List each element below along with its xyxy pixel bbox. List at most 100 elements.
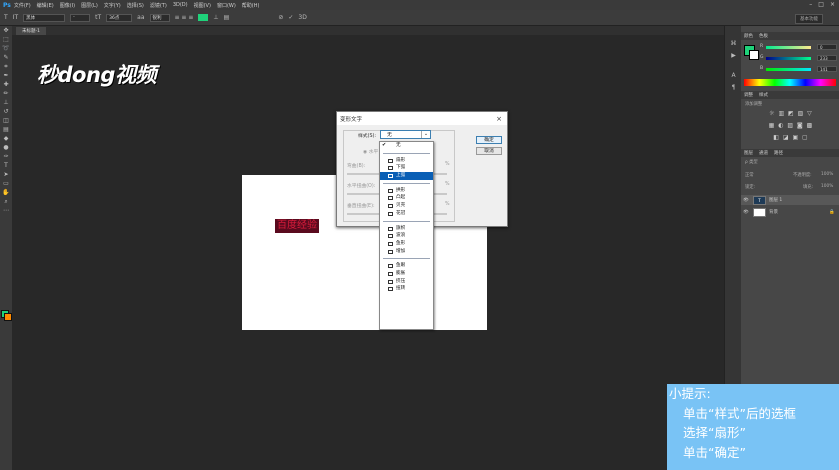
font-family-select[interactable]: 黑体	[23, 13, 66, 22]
anti-alias-select[interactable]: 锐利	[149, 13, 170, 22]
layer-row-text[interactable]: 👁 T 图层 1	[741, 195, 839, 205]
style-option-rise[interactable]: 增加	[380, 248, 433, 256]
tab-adjustments[interactable]: 调整	[744, 92, 753, 98]
document-tab[interactable]: 未标题-1	[16, 27, 46, 35]
ok-button[interactable]: 确定	[476, 136, 502, 144]
blend-mode-select[interactable]: 正常	[745, 172, 754, 178]
actions-panel-icon[interactable]: ▶	[725, 50, 742, 62]
tab-paths[interactable]: 路径	[774, 150, 783, 156]
align-text-icons[interactable]: ≡ ≡ ≡	[175, 14, 194, 21]
brush-tool-icon[interactable]: ✏	[0, 89, 12, 98]
menu-window[interactable]: 窗口(W)	[217, 2, 236, 9]
eyedropper-tool-icon[interactable]: ✒	[0, 71, 12, 80]
tab-color[interactable]: 颜色	[744, 33, 753, 39]
type-tool-icon[interactable]: T	[4, 14, 8, 21]
3d-text-icon[interactable]: 3D	[298, 14, 306, 21]
eye-icon[interactable]: 👁	[741, 210, 751, 215]
style-option-inflate[interactable]: 膨胀	[380, 270, 433, 278]
history-brush-icon[interactable]: ↺	[0, 107, 12, 116]
lasso-tool-icon[interactable]: ➰	[0, 44, 12, 53]
text-color-swatch[interactable]	[198, 14, 209, 21]
green-slider[interactable]	[766, 57, 811, 60]
stamp-tool-icon[interactable]: ⊥	[0, 98, 12, 107]
close-icon[interactable]: ×	[830, 1, 835, 8]
style-option-flag[interactable]: 旗帜	[380, 225, 433, 233]
style-option-bulge[interactable]: 凸起	[380, 194, 433, 202]
background-color-swatch[interactable]	[749, 50, 759, 60]
canvas-text-layer[interactable]: 百度经验	[275, 219, 319, 233]
style-option-squeeze[interactable]: 挤压	[380, 278, 433, 286]
character-panel-icon[interactable]: A	[725, 70, 742, 82]
style-option-arch[interactable]: 拱形	[380, 187, 433, 195]
font-style-select[interactable]: -	[70, 13, 91, 22]
menu-3d[interactable]: 3D(D)	[173, 2, 188, 8]
tab-layers[interactable]: 图层	[744, 150, 753, 156]
tab-styles[interactable]: 样式	[759, 92, 768, 98]
cancel-button[interactable]: 取消	[476, 147, 502, 155]
adjustment-icons-row-3[interactable]: ◧ ◪ ▣ ▢	[756, 134, 826, 141]
green-value[interactable]: 233	[817, 55, 837, 61]
commit-icon[interactable]: ✓	[288, 14, 293, 21]
maximize-icon[interactable]: □	[818, 1, 824, 8]
minimize-icon[interactable]: –	[809, 1, 812, 8]
pen-tool-icon[interactable]: ✑	[0, 152, 12, 161]
workspace-select[interactable]: 基本功能	[795, 14, 823, 24]
menu-edit[interactable]: 编辑(E)	[37, 2, 54, 9]
style-option-shell[interactable]: 贝壳	[380, 202, 433, 210]
dodge-tool-icon[interactable]: ●	[0, 143, 12, 152]
tab-swatches[interactable]: 色板	[759, 33, 768, 39]
menu-image[interactable]: 图像(I)	[60, 2, 75, 9]
blue-slider[interactable]	[766, 68, 811, 71]
color-spectrum[interactable]	[744, 79, 836, 86]
menu-type[interactable]: 文字(Y)	[104, 2, 121, 9]
style-option-wave[interactable]: 波浪	[380, 232, 433, 240]
character-panel-icon[interactable]: ▤	[224, 14, 230, 21]
cancel-icon[interactable]: ⊘	[278, 14, 283, 21]
fill-value[interactable]: 100%	[821, 184, 833, 189]
menu-layer[interactable]: 图层(L)	[81, 2, 98, 9]
hand-tool-icon[interactable]: ✋	[0, 188, 12, 197]
shape-tool-icon[interactable]: ▭	[0, 179, 12, 188]
zoom-tool-icon[interactable]: ⌕	[0, 197, 12, 206]
opacity-value[interactable]: 100%	[821, 172, 833, 177]
tab-channels[interactable]: 通道	[759, 150, 768, 156]
paragraph-panel-icon[interactable]: ¶	[725, 82, 742, 94]
gradient-tool-icon[interactable]: ▤	[0, 125, 12, 134]
more-tools-icon[interactable]: ⋯	[0, 206, 12, 215]
path-select-tool-icon[interactable]: ➤	[0, 170, 12, 179]
menu-filter[interactable]: 滤镜(T)	[150, 2, 167, 9]
red-value[interactable]: 0	[817, 44, 837, 50]
style-option-fish[interactable]: 鱼形	[380, 240, 433, 248]
style-option-fisheye[interactable]: 鱼眼	[380, 262, 433, 270]
adjustment-icons-row-2[interactable]: ▦ ◐ ▨ ◙ ▩	[756, 122, 826, 129]
menu-select[interactable]: 选择(S)	[127, 2, 144, 9]
text-orientation-icon[interactable]: IT	[13, 14, 18, 21]
style-option-arc-upper[interactable]: 上弧	[380, 172, 433, 180]
menu-file[interactable]: 文件(F)	[14, 2, 31, 9]
quick-select-tool-icon[interactable]: ✎	[0, 53, 12, 62]
style-option-none[interactable]: ✔ 无	[380, 142, 433, 150]
layer-row-background[interactable]: 👁 背景 🔒	[741, 207, 839, 217]
marquee-tool-icon[interactable]: ⬚	[0, 35, 12, 44]
style-option-twist[interactable]: 扭转	[380, 285, 433, 293]
style-option-flower[interactable]: 花冠	[380, 210, 433, 218]
chevron-down-icon[interactable]: ⌄	[421, 131, 430, 138]
move-tool-icon[interactable]: ✥	[0, 26, 12, 35]
type-tool-icon[interactable]: T	[0, 161, 12, 170]
crop-tool-icon[interactable]: ⌗	[0, 62, 12, 71]
adjustment-icons-row-1[interactable]: ☼ ▥ ◩ ▧ ▽	[756, 110, 826, 117]
menu-view[interactable]: 视图(V)	[194, 2, 211, 9]
history-panel-icon[interactable]: ⌘	[725, 38, 742, 50]
red-slider[interactable]	[766, 46, 811, 49]
blur-tool-icon[interactable]: ◆	[0, 134, 12, 143]
blue-value[interactable]: 141	[817, 66, 837, 72]
warp-text-icon[interactable]: ⊥	[213, 14, 218, 21]
eye-icon[interactable]: 👁	[741, 198, 751, 203]
horizontal-radio[interactable]: ◉ 水平	[363, 148, 378, 155]
healing-tool-icon[interactable]: ✚	[0, 80, 12, 89]
menu-help[interactable]: 帮助(H)	[242, 2, 260, 9]
font-size-select[interactable]: 36点	[106, 13, 133, 22]
background-color-swatch[interactable]	[4, 313, 12, 321]
layer-kind-filter[interactable]: ρ 类型	[745, 159, 758, 165]
close-icon[interactable]: ×	[496, 115, 507, 123]
